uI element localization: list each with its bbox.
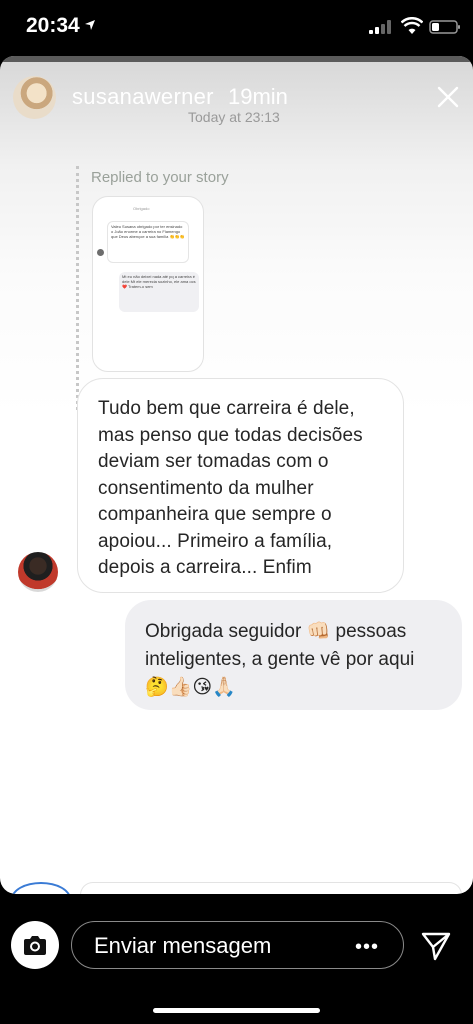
outgoing-message-text: Obrigada seguidor 👊🏻 pessoas inteligente…	[145, 621, 415, 698]
battery-icon	[429, 20, 460, 34]
story-thumbnail[interactable]: Obrigado Valeu Susana obrigado por ter e…	[92, 196, 204, 372]
message-composer: Enviar mensagem •••	[0, 894, 473, 1024]
story-card: susanawerner 19min Today at 23:13 Replie…	[0, 56, 473, 894]
reply-indicator-line	[76, 166, 79, 410]
incoming-message-text: Tudo bem que carreira é dele, mas penso …	[98, 398, 363, 578]
thumbnail-bubble-2: Mt eu não deixei nada até pq a carreira …	[119, 272, 199, 312]
thumbnail-bubble-1: Valeu Susana obrigado por ter ensinado o…	[107, 221, 189, 263]
story-date: Today at 23:13	[188, 109, 280, 125]
replied-label: Replied to your story	[91, 169, 229, 186]
camera-icon	[24, 936, 46, 955]
sender-avatar[interactable]	[18, 552, 58, 592]
partial-camera-button	[11, 882, 71, 894]
outgoing-message-bubble[interactable]: Obrigada seguidor 👊🏻 pessoas inteligente…	[125, 600, 462, 710]
send-icon[interactable]	[420, 930, 452, 962]
more-icon[interactable]: •••	[355, 936, 379, 959]
message-input[interactable]: Enviar mensagem •••	[71, 921, 404, 969]
thumbnail-avatar	[97, 249, 104, 256]
incoming-message-bubble[interactable]: Tudo bem que carreira é dele, mas penso …	[77, 378, 404, 593]
wifi-icon	[401, 17, 423, 34]
signal-icon	[369, 20, 391, 34]
avatar[interactable]	[13, 76, 56, 119]
thumbnail-title: Obrigado	[133, 206, 150, 211]
home-indicator	[153, 1008, 320, 1013]
partial-message-field	[80, 882, 462, 894]
close-icon[interactable]	[437, 86, 459, 108]
story-username[interactable]: susanawerner	[72, 84, 214, 110]
status-bar: 20:34	[0, 0, 473, 56]
status-time: 20:34	[26, 14, 80, 37]
card-top-divider	[0, 56, 473, 62]
story-time-ago: 19min	[228, 84, 288, 109]
message-placeholder: Enviar mensagem	[94, 933, 272, 958]
location-arrow-icon	[85, 20, 95, 30]
camera-button[interactable]	[11, 921, 59, 969]
